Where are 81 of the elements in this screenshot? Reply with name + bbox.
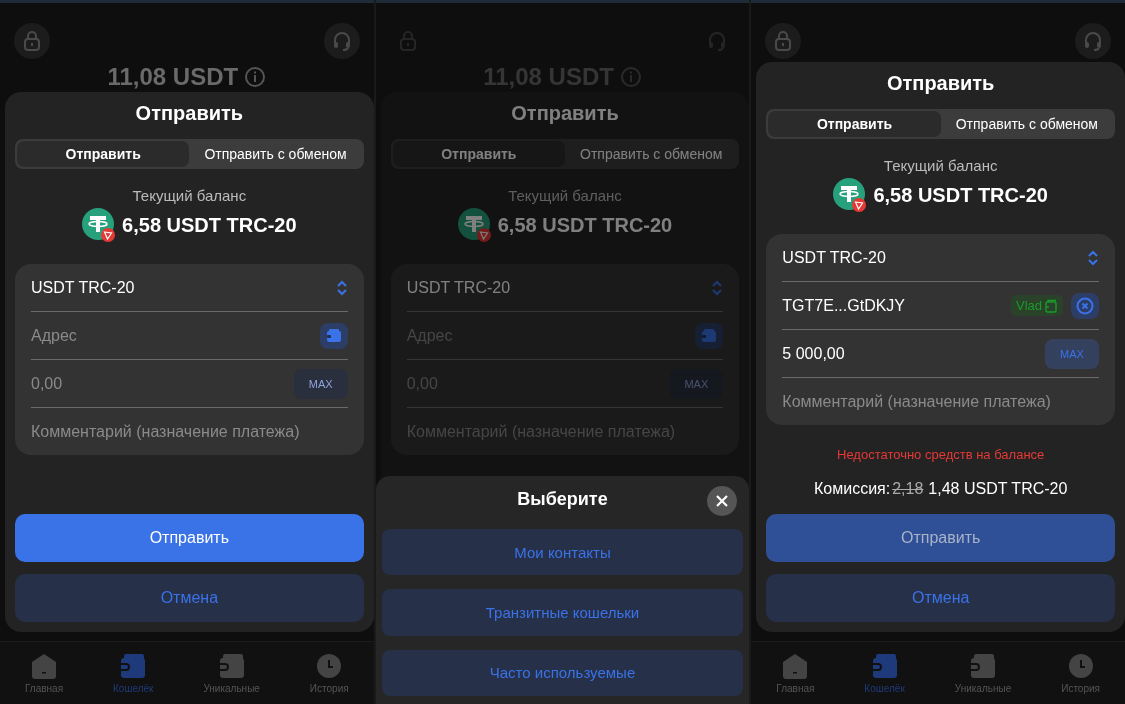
tether-coin-icon bbox=[833, 178, 868, 212]
tab[interactable]: Отправить bbox=[768, 111, 941, 137]
tether-coin-icon bbox=[457, 208, 492, 242]
asset-select[interactable]: USDT TRC-20 bbox=[782, 248, 1079, 267]
error-message: Недостаточно средств на балансе bbox=[837, 447, 1045, 462]
headset-icon bbox=[1083, 31, 1103, 51]
tab[interactable]: Отправить с обменом bbox=[940, 111, 1114, 137]
nav-item[interactable]: Кошелёк bbox=[113, 652, 154, 694]
home-icon bbox=[31, 652, 57, 679]
balance-label: Текущий баланс bbox=[507, 187, 623, 204]
wallet-button[interactable] bbox=[319, 322, 348, 349]
clock-icon bbox=[1067, 652, 1094, 679]
close-button[interactable] bbox=[707, 486, 738, 516]
chevron-up-down-icon[interactable] bbox=[335, 278, 348, 297]
comment-field[interactable]: Комментарий (назначение платежа) bbox=[31, 422, 348, 441]
asset-select[interactable]: USDT TRC-20 bbox=[31, 278, 328, 297]
support-button[interactable] bbox=[1075, 23, 1111, 59]
nav-item[interactable]: Уникальные bbox=[203, 652, 260, 694]
cancel-button[interactable]: Отмена bbox=[766, 574, 1115, 622]
sheet-title: Отправить bbox=[885, 72, 996, 96]
amount-field[interactable]: 0,00 bbox=[31, 374, 286, 393]
tab[interactable]: Отправить с обменом bbox=[189, 141, 362, 167]
picker-option[interactable]: Мои контакты bbox=[381, 528, 744, 576]
nav-item[interactable]: Кошелёк bbox=[864, 652, 905, 694]
wallets-icon bbox=[970, 652, 996, 679]
wallet-icon bbox=[325, 328, 342, 343]
current-balance: 6,58 USDT TRC-20 bbox=[497, 213, 673, 237]
nav-item[interactable]: Главная bbox=[25, 652, 64, 694]
wallet-button[interactable] bbox=[695, 322, 724, 349]
nav-item[interactable]: Главная bbox=[776, 652, 815, 694]
lock-icon bbox=[23, 31, 41, 51]
wallet-icon bbox=[120, 652, 147, 679]
nav-item[interactable]: Уникальные bbox=[954, 652, 1012, 694]
sheet-title: Отправить bbox=[510, 102, 620, 126]
sheet-title: Отправить bbox=[134, 102, 245, 126]
lock-icon bbox=[774, 31, 793, 51]
picker-option[interactable]: Транзитные кошельки bbox=[381, 589, 744, 636]
clear-icon bbox=[1076, 296, 1094, 315]
tab[interactable]: Отправить bbox=[392, 141, 565, 167]
info-icon[interactable] bbox=[244, 66, 267, 88]
fee-label: Комиссия: bbox=[814, 480, 891, 498]
contact-tag[interactable]: Vlad bbox=[1011, 295, 1063, 316]
chevron-up-down-icon[interactable] bbox=[711, 278, 724, 297]
address-field[interactable]: TGT7E...GtDKJY bbox=[782, 296, 1003, 315]
wallet-icon bbox=[871, 652, 898, 679]
close-icon bbox=[715, 494, 730, 508]
total-balance: 11,08 USDT bbox=[107, 63, 239, 91]
nav-item[interactable]: История bbox=[1061, 652, 1100, 694]
balance-label: Текущий баланс bbox=[131, 187, 248, 204]
clock-icon bbox=[316, 652, 343, 679]
tab[interactable]: Отправить bbox=[17, 141, 190, 167]
wallet-icon bbox=[701, 328, 718, 343]
notebook-icon bbox=[1044, 298, 1058, 313]
current-balance: 6,58 USDT TRC-20 bbox=[873, 183, 1048, 207]
chevron-up-down-icon[interactable] bbox=[1087, 248, 1099, 267]
old-fee: 2,18 bbox=[892, 480, 924, 498]
address-field[interactable]: Адрес bbox=[31, 326, 312, 345]
fee-value: 1,48 USDT TRC-20 bbox=[928, 480, 1068, 498]
lock-button[interactable] bbox=[765, 23, 802, 59]
amount-field[interactable]: 5 000,00 bbox=[782, 344, 1037, 363]
max-button[interactable]: MAX bbox=[1045, 338, 1099, 369]
balance-label: Текущий баланс bbox=[882, 157, 999, 174]
wallets-icon bbox=[218, 652, 245, 679]
headset-icon bbox=[331, 31, 352, 51]
max-button[interactable]: MAX bbox=[293, 368, 348, 399]
lock-button[interactable] bbox=[14, 23, 50, 59]
picker-option[interactable]: Часто используемые bbox=[381, 649, 744, 696]
cancel-button[interactable]: Отмена bbox=[15, 574, 364, 622]
current-balance: 6,58 USDT TRC-20 bbox=[122, 213, 297, 237]
support-button[interactable] bbox=[323, 23, 360, 59]
nav-item[interactable]: История bbox=[309, 652, 349, 694]
max-button[interactable]: MAX bbox=[669, 368, 724, 399]
tether-coin-icon bbox=[82, 208, 117, 242]
info-icon[interactable] bbox=[619, 66, 642, 88]
comment-field[interactable]: Комментарий (назначение платежа) bbox=[782, 392, 1099, 411]
clear-button[interactable] bbox=[1071, 292, 1099, 319]
send-button[interactable]: Отправить bbox=[15, 514, 364, 562]
asset-select[interactable]: USDT TRC-20 bbox=[406, 278, 704, 297]
picker-title: Выберите bbox=[517, 488, 608, 510]
home-icon bbox=[782, 652, 809, 679]
tab[interactable]: Отправить с обменом bbox=[565, 141, 738, 167]
